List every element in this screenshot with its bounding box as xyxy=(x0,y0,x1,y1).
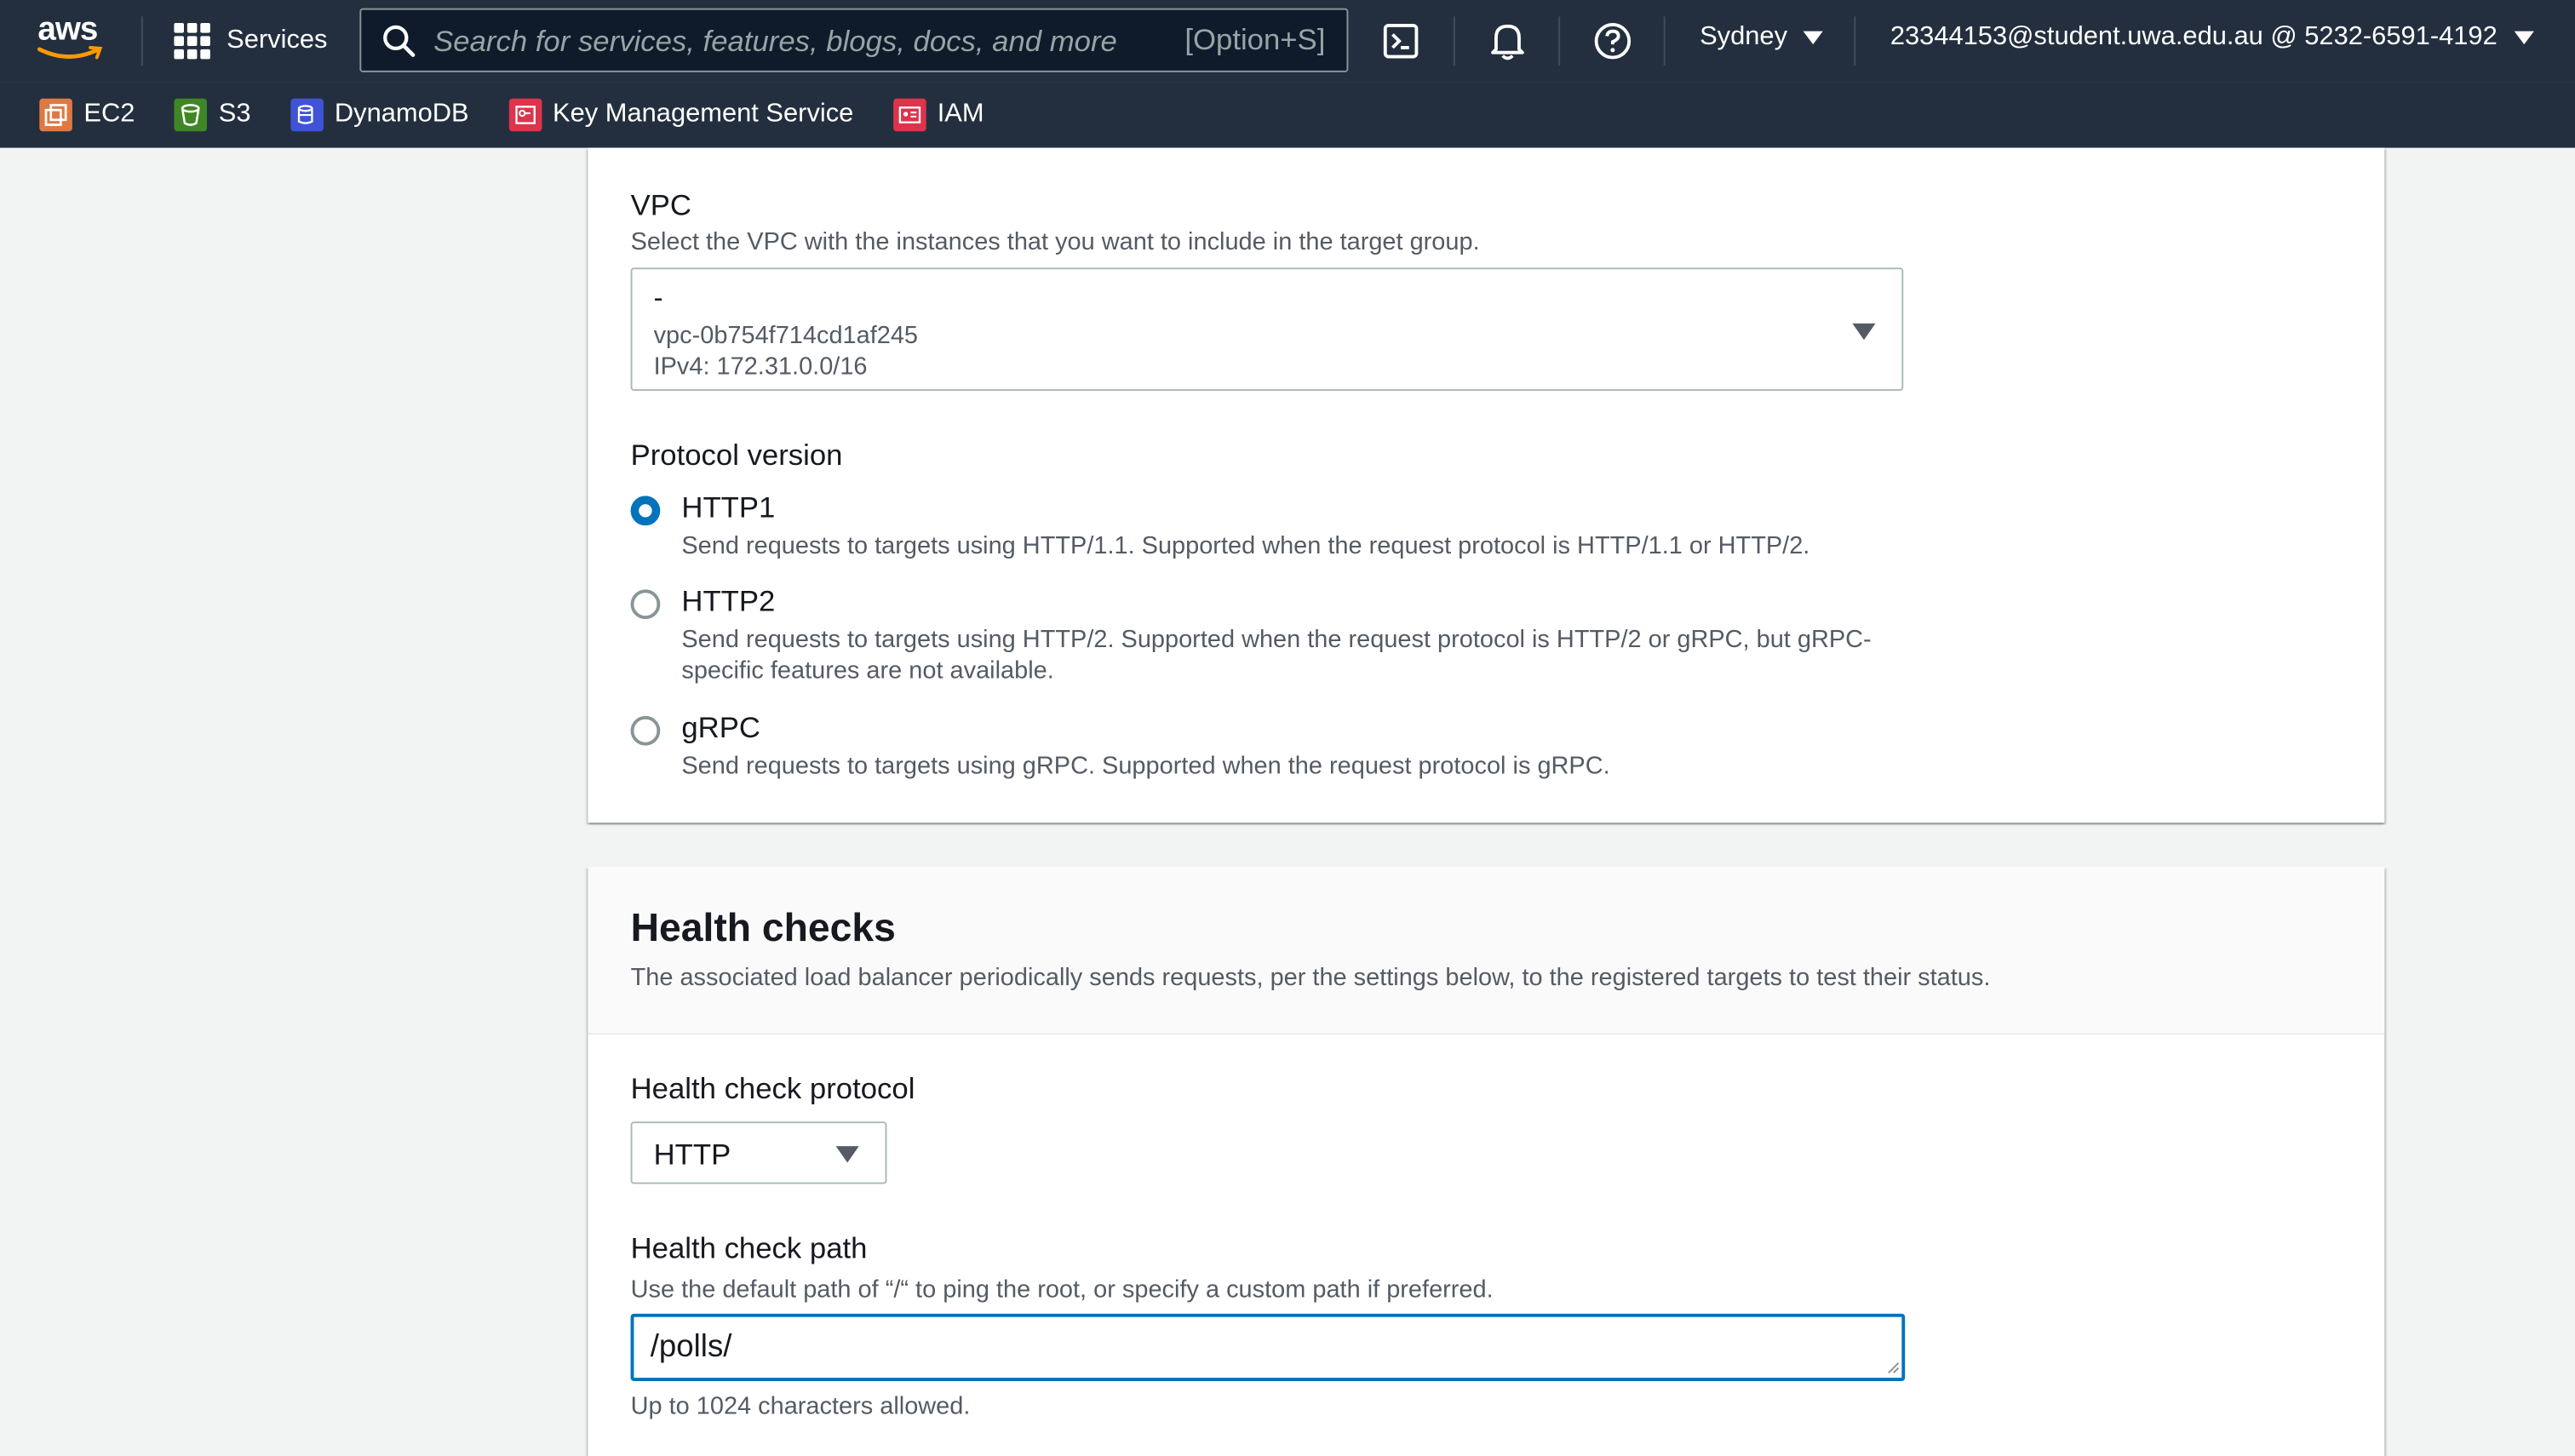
health-checks-description: The associated load balancer periodicall… xyxy=(630,964,1991,992)
services-label: Services xyxy=(227,26,328,54)
favorite-label: IAM xyxy=(937,100,984,129)
divider xyxy=(1558,16,1561,66)
favorite-label: EC2 xyxy=(83,100,135,129)
cloudshell-button[interactable] xyxy=(1379,20,1422,62)
radio-button[interactable] xyxy=(630,715,661,746)
favorite-ec2[interactable]: EC2 xyxy=(39,98,135,132)
divider xyxy=(141,16,143,66)
s3-icon xyxy=(174,98,208,132)
health-check-path-label: Health check path xyxy=(630,1231,868,1265)
vpc-selected-cidr: IPv4: 172.31.0.0/16 xyxy=(653,353,868,381)
search-icon xyxy=(383,25,416,57)
health-check-protocol-value: HTTP xyxy=(653,1138,731,1172)
radio-description: Send requests to targets using HTTP/2. S… xyxy=(681,625,1872,685)
health-check-path-hint: Up to 1024 characters allowed. xyxy=(630,1392,971,1421)
kms-icon xyxy=(508,98,542,132)
account-label: 23344153@student.uwa.edu.au @ 5232-6591-… xyxy=(1890,23,2498,51)
health-check-path-description: Use the default path of “/“ to ping the … xyxy=(630,1275,1494,1304)
cloudshell-icon xyxy=(1383,23,1419,59)
favorite-dynamodb[interactable]: DynamoDB xyxy=(290,98,469,132)
health-checks-header: Health checks The associated load balanc… xyxy=(588,867,2385,1035)
divider xyxy=(1663,16,1666,66)
caret-down-icon xyxy=(2514,31,2534,45)
health-checks-panel: Health checks The associated load balanc… xyxy=(588,867,2385,1456)
health-checks-title: Health checks xyxy=(630,906,896,951)
radio-title: HTTP1 xyxy=(681,490,776,525)
radio-button[interactable] xyxy=(630,589,661,620)
search-bar[interactable]: [Option+S] xyxy=(359,8,1349,72)
caret-down-icon xyxy=(1852,323,1876,341)
divider xyxy=(1453,16,1455,66)
radio-title: HTTP2 xyxy=(681,584,776,618)
smile-arrow-icon xyxy=(37,46,103,60)
iam-icon xyxy=(892,98,926,132)
search-shortcut-hint: [Option+S] xyxy=(1184,23,1326,56)
services-menu-button[interactable]: Services xyxy=(174,21,327,60)
aws-logo[interactable]: aws xyxy=(36,12,108,64)
favorite-label: S3 xyxy=(218,100,251,129)
caret-down-icon xyxy=(1804,31,1824,45)
region-selector[interactable]: Sydney xyxy=(1700,23,1824,53)
account-menu[interactable]: 23344153@student.uwa.edu.au @ 5232-6591-… xyxy=(1890,23,2534,53)
favorite-label: DynamoDB xyxy=(334,100,469,129)
health-check-path-input[interactable] xyxy=(630,1313,1906,1381)
favorite-iam[interactable]: IAM xyxy=(892,98,984,132)
vpc-selected-name: - xyxy=(653,282,663,314)
notifications-button[interactable] xyxy=(1486,20,1528,62)
target-group-settings-panel: VPC Select the VPC with the instances th… xyxy=(588,147,2385,823)
help-icon xyxy=(1594,23,1632,60)
favorite-kms[interactable]: Key Management Service xyxy=(508,98,854,132)
divider xyxy=(1854,16,1856,66)
radio-button-checked[interactable] xyxy=(630,496,661,526)
vpc-selected-id: vpc-0b754f714cd1af245 xyxy=(653,322,919,350)
protocol-version-label: Protocol version xyxy=(630,438,843,472)
caret-down-icon xyxy=(835,1146,859,1163)
top-nav-bar: aws Services [Option+S] xyxy=(0,0,2575,83)
vpc-label: VPC xyxy=(630,188,691,222)
grid-icon xyxy=(174,23,210,60)
favorite-s3[interactable]: S3 xyxy=(174,98,251,132)
resize-grip-icon[interactable] xyxy=(1887,1361,1900,1374)
favorite-label: Key Management Service xyxy=(553,100,854,129)
favorites-bar: EC2 S3 DynamoDB Key Management Service I… xyxy=(0,82,2575,148)
help-button[interactable] xyxy=(1591,20,1634,62)
dynamodb-icon xyxy=(290,98,324,132)
radio-title: gRPC xyxy=(681,711,760,744)
radio-description: Send requests to targets using gRPC. Sup… xyxy=(681,752,1610,781)
search-input[interactable] xyxy=(433,16,1173,66)
ec2-icon xyxy=(39,98,72,132)
bell-icon xyxy=(1491,24,1524,60)
health-check-protocol-label: Health check protocol xyxy=(630,1072,915,1105)
health-check-protocol-select[interactable]: HTTP xyxy=(630,1121,887,1184)
page: aws Services [Option+S] xyxy=(0,0,2575,1456)
region-label: Sydney xyxy=(1700,23,1788,51)
radio-description: Send requests to targets using HTTP/1.1.… xyxy=(681,531,1810,560)
vpc-description: Select the VPC with the instances that y… xyxy=(630,228,1480,256)
vpc-select[interactable]: - vpc-0b754f714cd1af245 IPv4: 172.31.0.0… xyxy=(630,267,1904,392)
